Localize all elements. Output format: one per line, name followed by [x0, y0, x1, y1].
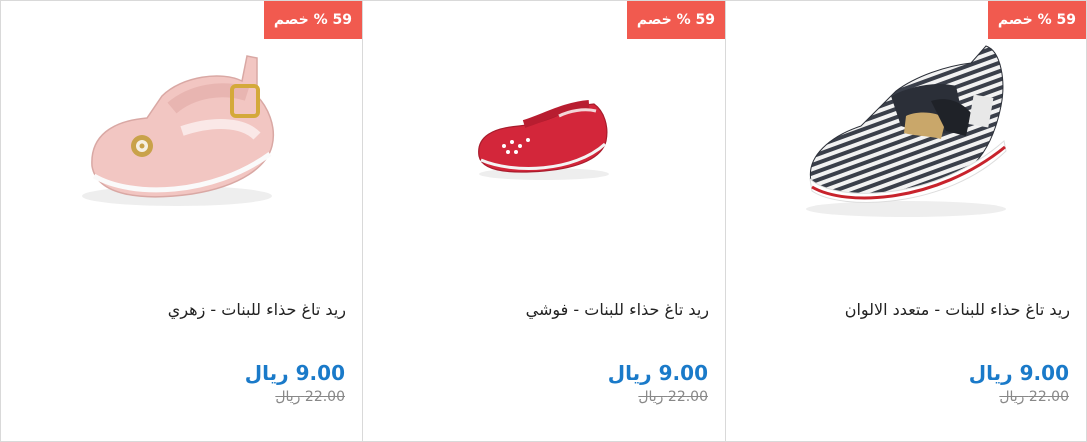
product-title[interactable]: ريد تاغ حذاء للبنات - فوشي	[373, 300, 709, 319]
product-image[interactable]	[1, 21, 362, 251]
price-currency: ريال	[607, 361, 652, 385]
product-title[interactable]: ريد تاغ حذاء للبنات - متعدد الالوان	[736, 300, 1070, 319]
pink-baby-shoe-icon	[81, 55, 274, 206]
old-price-currency: ريال	[999, 389, 1025, 405]
product-image[interactable]	[363, 21, 725, 251]
product-price: 9.00 ريال	[608, 361, 708, 385]
old-price-currency: ريال	[275, 389, 301, 405]
price-value: 9.00	[1019, 361, 1069, 385]
red-baby-shoe-icon	[478, 100, 609, 180]
product-old-price: 22.00 ريال	[638, 389, 708, 405]
price-value: 9.00	[658, 361, 708, 385]
striped-baby-sneaker-icon	[806, 45, 1007, 217]
old-price-value: 22.00	[304, 389, 345, 405]
product-grid: 59 % خصم ريد تاغ حذاء للبنات - زهري 9.00…	[0, 0, 1087, 442]
product-card-multicolor[interactable]: 59 % خصم ريد تاغ حذاء للبنات - متعدد الا…	[725, 0, 1087, 442]
product-card-pink[interactable]: 59 % خصم ريد تاغ حذاء للبنات - زهري 9.00…	[0, 0, 362, 442]
price-currency: ريال	[968, 361, 1013, 385]
product-title[interactable]: ريد تاغ حذاء للبنات - زهري	[11, 300, 346, 319]
old-price-value: 22.00	[1028, 389, 1069, 405]
product-card-fuchsia[interactable]: 59 % خصم ريد تاغ حذاء للبنات - فوشي 9.00…	[362, 0, 725, 442]
old-price-value: 22.00	[667, 389, 708, 405]
product-image[interactable]	[726, 21, 1086, 251]
product-old-price: 22.00 ريال	[999, 389, 1069, 405]
price-currency: ريال	[244, 361, 289, 385]
product-old-price: 22.00 ريال	[275, 389, 345, 405]
old-price-currency: ريال	[638, 389, 664, 405]
price-value: 9.00	[295, 361, 345, 385]
product-price: 9.00 ريال	[245, 361, 345, 385]
product-price: 9.00 ريال	[969, 361, 1069, 385]
